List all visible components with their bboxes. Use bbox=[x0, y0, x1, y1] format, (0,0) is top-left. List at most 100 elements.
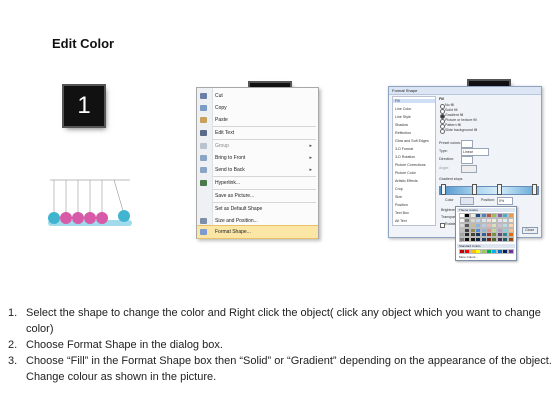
field-label-direction: Direction: bbox=[439, 157, 455, 161]
field-label-preset-colors: Preset colors: bbox=[439, 141, 461, 145]
category-artistic-effects[interactable]: Artistic Effects bbox=[395, 179, 418, 183]
color-picker-button[interactable] bbox=[460, 197, 474, 205]
submenu-arrow-icon: ▸ bbox=[309, 167, 312, 173]
menu-item-group[interactable]: Group ▸ bbox=[197, 140, 318, 152]
menu-item-label: Format Shape... bbox=[215, 229, 251, 235]
category-text-box[interactable]: Text Box bbox=[395, 211, 409, 215]
category-reflection[interactable]: Reflection bbox=[395, 131, 411, 135]
bring-front-icon bbox=[200, 155, 207, 161]
menu-item-paste[interactable]: Paste bbox=[197, 114, 318, 126]
menu-item-format-shape[interactable]: Format Shape... bbox=[197, 225, 318, 239]
close-button-label: Close bbox=[525, 228, 535, 232]
position-value: 0% bbox=[499, 199, 505, 203]
gradient-stops-bar[interactable] bbox=[439, 186, 539, 195]
color-swatch[interactable] bbox=[507, 237, 514, 243]
rotate-with-shape-checkbox[interactable] bbox=[440, 223, 445, 228]
menu-item-label: Send to Back bbox=[215, 167, 245, 173]
step-text: Choose Format Shape in the dialog box. bbox=[26, 339, 223, 351]
field-label-type: Type: bbox=[439, 149, 448, 153]
category-position[interactable]: Position bbox=[395, 203, 408, 207]
menu-item-set-default-shape[interactable]: Set as Default Shape bbox=[197, 203, 318, 215]
submenu-arrow-icon: ▸ bbox=[309, 143, 312, 149]
category-shadow[interactable]: Shadow bbox=[395, 123, 408, 127]
radio-label: Solid fill bbox=[445, 108, 458, 112]
more-colors-link[interactable]: More Colors... bbox=[459, 255, 478, 259]
field-label-angle: Angle: bbox=[439, 166, 450, 170]
menu-item-bring-to-front[interactable]: Bring to Front ▸ bbox=[197, 152, 318, 164]
menu-item-hyperlink[interactable]: Hyperlink... bbox=[197, 177, 318, 189]
section-heading: Fill bbox=[439, 97, 445, 101]
radio-label: No fill bbox=[445, 103, 454, 107]
gradient-stop-handle[interactable] bbox=[472, 184, 477, 195]
type-dropdown[interactable]: Linear bbox=[461, 148, 489, 156]
gradient-stop-handle[interactable] bbox=[497, 184, 502, 195]
menu-item-label: Bring to Front bbox=[215, 155, 246, 161]
category-crop[interactable]: Crop bbox=[395, 187, 403, 191]
menu-item-label: Copy bbox=[215, 105, 227, 111]
cradle-ball-4 bbox=[84, 212, 96, 224]
context-menu: Cut Copy Paste Edit Text Group ▸ Bring t… bbox=[196, 87, 319, 239]
step-number: 2. bbox=[8, 339, 18, 351]
paste-icon bbox=[200, 117, 207, 123]
menu-item-copy[interactable]: Copy bbox=[197, 102, 318, 114]
radio-label: Picture or texture fill bbox=[445, 118, 477, 122]
send-back-icon bbox=[200, 167, 207, 173]
radio-label: Gradient fill bbox=[445, 113, 464, 117]
preset-colors-dropdown[interactable] bbox=[461, 140, 473, 148]
cradle-ball-6 bbox=[118, 210, 130, 222]
standard-colors-header: Standard Colors bbox=[457, 244, 515, 248]
format-shape-icon bbox=[200, 229, 207, 235]
category-3d-rotation[interactable]: 3-D Rotation bbox=[395, 155, 415, 159]
page-title: Edit Color bbox=[52, 36, 115, 51]
newtons-cradle-image[interactable] bbox=[44, 178, 136, 230]
category-line-style[interactable]: Line Style bbox=[395, 115, 411, 119]
category-list: Fill Line Color Line Style Shadow Reflec… bbox=[392, 96, 436, 226]
menu-item-label: Paste bbox=[215, 117, 228, 123]
step-text: Select the shape to change the color and… bbox=[26, 307, 541, 335]
category-picture-color[interactable]: Picture Color bbox=[395, 171, 416, 175]
direction-dropdown[interactable] bbox=[461, 156, 473, 164]
field-label-gradient-stops: Gradient stops bbox=[439, 177, 463, 181]
field-label-color: Color bbox=[445, 198, 454, 202]
gradient-stop-handle[interactable] bbox=[532, 184, 537, 195]
step-badge-1: 1 bbox=[64, 86, 104, 126]
field-label-position: Position: bbox=[481, 198, 495, 202]
dialog-title: Format Shape bbox=[392, 88, 418, 93]
cradle-ball-2 bbox=[60, 212, 72, 224]
size-position-icon bbox=[200, 218, 207, 224]
group-icon bbox=[200, 143, 207, 149]
menu-item-edit-text[interactable]: Edit Text bbox=[197, 127, 318, 139]
radio-label: Slide background fill bbox=[445, 128, 478, 132]
category-3d-format[interactable]: 3-D Format bbox=[395, 147, 413, 151]
menu-item-label: Group bbox=[215, 143, 229, 149]
category-picture-corrections[interactable]: Picture Corrections bbox=[395, 163, 426, 167]
menu-item-label: Cut bbox=[215, 93, 223, 99]
cradle-ball-3 bbox=[72, 212, 84, 224]
menu-item-cut[interactable]: Cut bbox=[197, 90, 318, 102]
category-size[interactable]: Size bbox=[395, 195, 402, 199]
category-line-color[interactable]: Line Color bbox=[395, 107, 411, 111]
radio-label: Pattern fill bbox=[445, 123, 461, 127]
menu-item-label: Set as Default Shape bbox=[215, 206, 263, 212]
submenu-arrow-icon: ▸ bbox=[309, 155, 312, 161]
category-alt-text[interactable]: Alt Text bbox=[395, 219, 407, 223]
gradient-stop-handle[interactable] bbox=[441, 184, 446, 195]
type-value: Linear bbox=[463, 150, 473, 154]
instruction-step: 1. Select the shape to change the color … bbox=[8, 305, 553, 337]
cradle-ball-5 bbox=[96, 212, 108, 224]
category-glow[interactable]: Glow and Soft Edges bbox=[395, 139, 429, 143]
step-number: 1. bbox=[8, 307, 18, 319]
menu-item-label: Edit Text bbox=[215, 130, 235, 136]
color-swatch[interactable] bbox=[507, 249, 514, 254]
menu-item-save-as-picture[interactable]: Save as Picture... bbox=[197, 190, 318, 202]
cradle-ball-1 bbox=[48, 212, 60, 224]
menu-item-send-to-back[interactable]: Send to Back ▸ bbox=[197, 164, 318, 176]
angle-input[interactable] bbox=[461, 165, 477, 173]
theme-colors-header: Theme Colors bbox=[457, 208, 515, 212]
close-button[interactable]: Close bbox=[522, 227, 538, 234]
instructions-list: 1. Select the shape to change the color … bbox=[8, 305, 553, 385]
position-input[interactable]: 0% bbox=[497, 197, 513, 205]
scissors-icon bbox=[200, 93, 207, 99]
category-fill[interactable]: Fill bbox=[393, 99, 435, 103]
instruction-step: 3. Choose “Fill” in the Format Shape box… bbox=[8, 353, 553, 385]
